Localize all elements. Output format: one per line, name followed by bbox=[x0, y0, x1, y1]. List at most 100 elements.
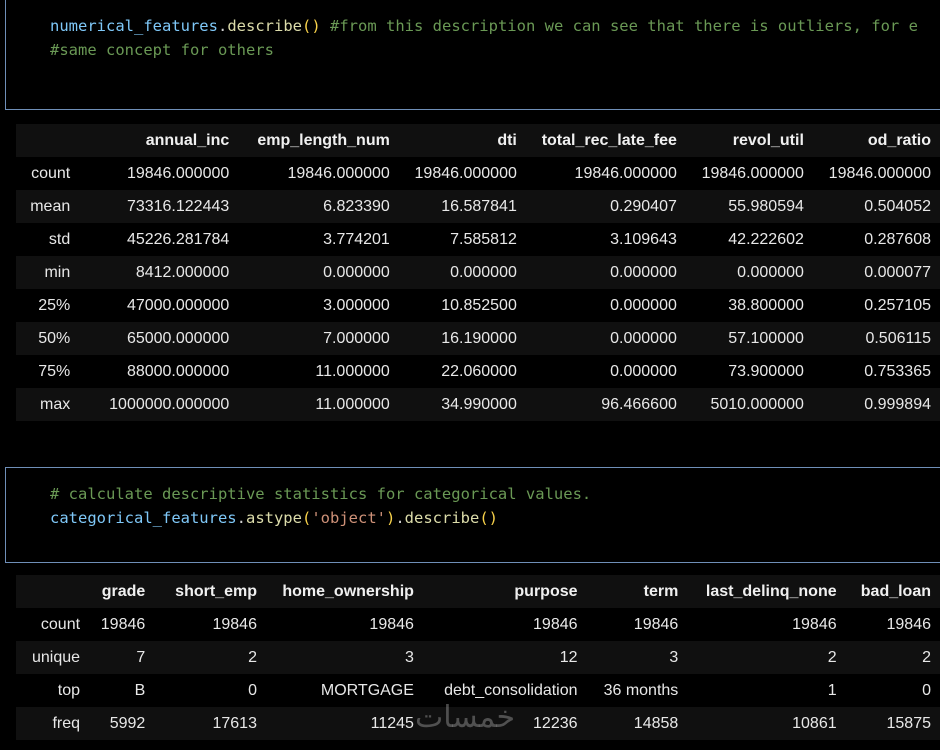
code-cell-describe-categorical[interactable]: # calculate descriptive statistics for c… bbox=[5, 467, 940, 563]
table-cell: 0.257105 bbox=[864, 296, 931, 314]
column-header: total_rec_late_fee bbox=[541, 131, 677, 149]
table-cell: 1 bbox=[827, 681, 837, 699]
table-cell: 16.190000 bbox=[441, 329, 517, 347]
table-cell: 0.000000 bbox=[610, 263, 677, 281]
row-label: freq bbox=[52, 714, 81, 732]
column-header: dti bbox=[497, 131, 517, 149]
table-cell: 19846 bbox=[100, 615, 146, 633]
row-label: count bbox=[40, 615, 81, 633]
table-cell: 7.585812 bbox=[450, 230, 517, 248]
table-row: std 45226.281784 3.774201 7.585812 3.109… bbox=[16, 223, 940, 256]
table-cell: 0.290407 bbox=[610, 197, 677, 215]
table-cell: 3.774201 bbox=[323, 230, 390, 248]
table-row: count 19846 19846 19846 19846 19846 1984… bbox=[16, 608, 940, 641]
code-comment: #same concept for others bbox=[50, 41, 274, 59]
table-cell: 73.900000 bbox=[728, 362, 804, 380]
table-row: top B 0 MORTGAGE debt_consolidation 36 m… bbox=[16, 674, 940, 707]
table-cell: 16.587841 bbox=[441, 197, 517, 215]
table-row: max 1000000.000000 11.000000 34.990000 9… bbox=[16, 388, 940, 421]
table-cell: 55.980594 bbox=[728, 197, 804, 215]
table-cell: 11.000000 bbox=[315, 362, 390, 380]
table-cell: 38.800000 bbox=[728, 296, 804, 314]
table-cell: 10.852500 bbox=[441, 296, 517, 314]
table-cell: 8412.000000 bbox=[135, 263, 230, 281]
notebook-page: numerical_features.describe() #from this… bbox=[0, 0, 940, 750]
table-cell: 88000.000000 bbox=[126, 362, 230, 380]
table-cell: 0.000000 bbox=[610, 329, 677, 347]
table-cell: 0.504052 bbox=[864, 197, 931, 215]
table-cell: 6.823390 bbox=[323, 197, 390, 215]
table-cell: 11.000000 bbox=[315, 395, 390, 413]
table-cell: 12236 bbox=[533, 714, 578, 732]
table-cell: 2 bbox=[827, 648, 837, 666]
table-cell: 3 bbox=[405, 648, 414, 666]
table-cell: 15875 bbox=[886, 714, 932, 732]
table-cell: 19846.000000 bbox=[126, 164, 230, 182]
code-dot: . bbox=[236, 509, 246, 527]
table-cell: 3.000000 bbox=[323, 296, 390, 314]
table-cell: 19846.000000 bbox=[414, 164, 517, 182]
row-label: count bbox=[31, 164, 71, 182]
table-cell: 0.000000 bbox=[610, 362, 677, 380]
table-row: 25% 47000.000000 3.000000 10.852500 0.00… bbox=[16, 289, 940, 322]
table-row: unique 7 2 3 12 3 2 2 bbox=[16, 641, 940, 674]
table-cell: 0.506115 bbox=[865, 329, 931, 347]
code-dot: . bbox=[395, 509, 405, 527]
column-header: bad_loan bbox=[860, 582, 931, 600]
table-cell: 19846.000000 bbox=[701, 164, 804, 182]
table-row: 50% 65000.000000 7.000000 16.190000 0.00… bbox=[16, 322, 940, 355]
column-header: short_emp bbox=[175, 582, 257, 600]
table-cell: 7.000000 bbox=[323, 329, 390, 347]
table-cell: 2 bbox=[922, 648, 931, 666]
table-cell: 42.222602 bbox=[728, 230, 804, 248]
table-cell: 19846 bbox=[369, 615, 414, 633]
table-cell: 19846.000000 bbox=[828, 164, 931, 182]
table-cell: 36 months bbox=[603, 681, 679, 699]
row-label: mean bbox=[30, 197, 71, 215]
row-label: top bbox=[57, 681, 81, 699]
table-cell: 0.000000 bbox=[450, 263, 517, 281]
code-cell-describe-numerical[interactable]: numerical_features.describe() #from this… bbox=[5, 0, 940, 110]
row-label: min bbox=[44, 263, 71, 281]
table-cell: 0.000000 bbox=[323, 263, 390, 281]
code-parens: () bbox=[479, 509, 498, 527]
code-dot: . bbox=[217, 17, 228, 35]
table-cell: 47000.000000 bbox=[126, 296, 230, 314]
table-cell: 0 bbox=[248, 681, 257, 699]
categorical-describe-table: grade short_emp home_ownership purpose t… bbox=[16, 575, 940, 740]
column-header bbox=[16, 124, 79, 157]
code-variable: numerical_features bbox=[50, 17, 218, 35]
table-cell: 19846 bbox=[792, 615, 837, 633]
row-label: 25% bbox=[38, 296, 71, 314]
code-parens: () bbox=[301, 17, 321, 35]
code-variable: categorical_features bbox=[50, 509, 237, 527]
table-cell: 2 bbox=[248, 648, 257, 666]
code-line-1: # calculate descriptive statistics for c… bbox=[50, 482, 591, 506]
table-cell: 34.990000 bbox=[441, 395, 517, 413]
column-header: od_ratio bbox=[867, 131, 931, 149]
column-header: last_delinq_none bbox=[705, 582, 837, 600]
table-row: count 19846.000000 19846.000000 19846.00… bbox=[16, 157, 940, 190]
row-label: max bbox=[40, 395, 71, 413]
code-line-1: numerical_features.describe() #from this… bbox=[50, 14, 918, 38]
table-cell: 0.000077 bbox=[864, 263, 931, 281]
row-label: 50% bbox=[38, 329, 71, 347]
table-cell: 0 bbox=[922, 681, 931, 699]
table-header-row: grade short_emp home_ownership purpose t… bbox=[16, 575, 940, 608]
code-string: 'object' bbox=[311, 509, 386, 527]
table-cell: 12 bbox=[559, 648, 578, 666]
table-cell: 5010.000000 bbox=[710, 395, 804, 413]
table-cell: 14858 bbox=[633, 714, 679, 732]
row-label: std bbox=[48, 230, 71, 248]
table-cell: 10861 bbox=[792, 714, 837, 732]
table-cell: 73316.122443 bbox=[126, 197, 230, 215]
table-cell: 7 bbox=[136, 648, 146, 666]
table-cell: 0.999894 bbox=[864, 395, 931, 413]
column-header: revol_util bbox=[732, 131, 804, 149]
code-paren-close: ) bbox=[385, 509, 396, 527]
code-function: astype bbox=[245, 509, 302, 527]
table-row: 75% 88000.000000 11.000000 22.060000 0.0… bbox=[16, 355, 940, 388]
table-cell: 0.753365 bbox=[864, 362, 931, 380]
table-cell: 65000.000000 bbox=[126, 329, 230, 347]
table-cell: 19846 bbox=[886, 615, 932, 633]
